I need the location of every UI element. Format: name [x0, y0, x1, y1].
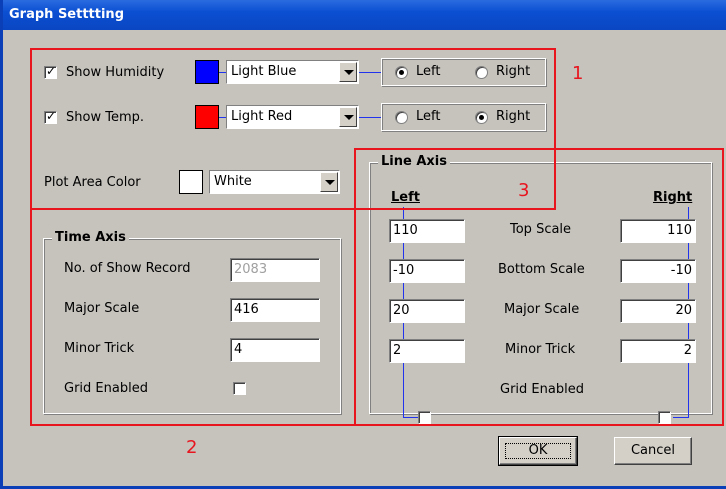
ok-button[interactable]: OK [498, 436, 578, 466]
annotation-box-2 [30, 208, 356, 426]
window-title: Graph Setttting [3, 0, 726, 30]
focus-rect [505, 443, 571, 459]
graph-settings-window: Graph Setttting ✓ Show Humidity Light Bl… [0, 0, 726, 489]
annotation-number-1: 1 [572, 63, 584, 84]
annotation-number-3: 3 [518, 180, 530, 201]
cancel-button[interactable]: Cancel [614, 437, 692, 465]
cancel-button-label: Cancel [630, 443, 676, 458]
dialog-client: ✓ Show Humidity Light Blue Left Right ✓ … [6, 30, 726, 486]
annotation-number-2: 2 [186, 437, 198, 458]
annotation-box-3 [354, 148, 724, 426]
